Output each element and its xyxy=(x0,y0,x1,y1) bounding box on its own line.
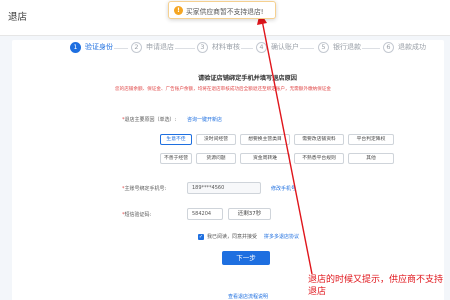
phone-label: *主账号绑定手机号: xyxy=(122,186,167,192)
step-connector xyxy=(362,48,380,49)
reason-option-no-time[interactable]: 没时间经营 xyxy=(196,134,236,145)
step-number: 3 xyxy=(197,42,208,53)
reason-option-supply-issue[interactable]: 货源问题 xyxy=(196,153,236,164)
step-number: 5 xyxy=(318,42,329,53)
sms-code-input[interactable]: 584204 xyxy=(187,208,223,220)
resend-code-button[interactable]: 还剩37秒 xyxy=(228,208,271,220)
reason-option-cash-flow[interactable]: 资金周转难 xyxy=(240,153,290,164)
step-label: 申请退店 xyxy=(146,43,174,51)
step-number: 4 xyxy=(256,42,267,53)
agreement-link[interactable]: 拼多多退店协议 xyxy=(264,233,299,240)
step-connector xyxy=(241,48,253,49)
step-connector xyxy=(114,48,128,49)
agree-checkbox[interactable]: ✓ xyxy=(198,234,204,240)
reason-option-poor-operation[interactable]: 不善于经营 xyxy=(160,153,192,164)
open-new-store-link[interactable]: 咨询一键开新店 xyxy=(187,116,222,123)
reason-option-downgraded[interactable]: 平台判定降权 xyxy=(348,134,394,145)
reason-label: *退店主要原因（单选）: xyxy=(122,117,177,123)
step-connector xyxy=(175,48,195,49)
step-number: 2 xyxy=(131,42,142,53)
warning-icon: ! xyxy=(174,6,183,15)
warning-toast: ! 买家供应商暂不支持退店! xyxy=(168,1,276,19)
annotation-note: 退店的时候又提示，供应商不支持退店 xyxy=(308,275,444,297)
reason-option-rules[interactable]: 不熟悉平台规则 xyxy=(294,153,344,164)
reason-option-change-info[interactable]: 需要改店铺资料 xyxy=(294,134,344,145)
toast-message: 买家供应商暂不支持退店! xyxy=(186,8,264,16)
page-title: 退店 xyxy=(8,12,28,23)
reason-option-business-poor[interactable]: 生意不佳 xyxy=(160,134,192,145)
section-title: 请验证店铺绑定手机并填写退店原因 xyxy=(198,75,297,82)
step-label: 银行退款 xyxy=(333,43,361,51)
step-label: 材料审核 xyxy=(212,43,240,51)
agree-text: 我已阅读，同意并接受 xyxy=(207,234,258,240)
change-phone-link[interactable]: 修改手机号 xyxy=(271,185,296,192)
step-label: 确认账户 xyxy=(271,43,299,51)
process-info-link[interactable]: 查看退店流程说明 xyxy=(228,293,268,300)
step-number: 1 xyxy=(70,42,81,53)
code-label: *短信验证码: xyxy=(122,212,152,218)
phone-field: 189****4560 xyxy=(187,182,261,194)
reason-option-change-category[interactable]: 想要换主营类目 xyxy=(240,134,290,145)
step-label: 验证身份 xyxy=(85,43,113,51)
step-connector xyxy=(300,48,314,49)
next-step-button[interactable]: 下一步 xyxy=(222,251,270,265)
refund-notice: 您的店铺余额、保证金、广告账户余额，均将在退店审核成功后全额退还至绑定账户，无需… xyxy=(115,87,331,92)
step-label: 退款成功 xyxy=(398,43,426,51)
reason-option-other[interactable]: 其他 xyxy=(348,153,394,164)
step-number: 6 xyxy=(383,42,394,53)
